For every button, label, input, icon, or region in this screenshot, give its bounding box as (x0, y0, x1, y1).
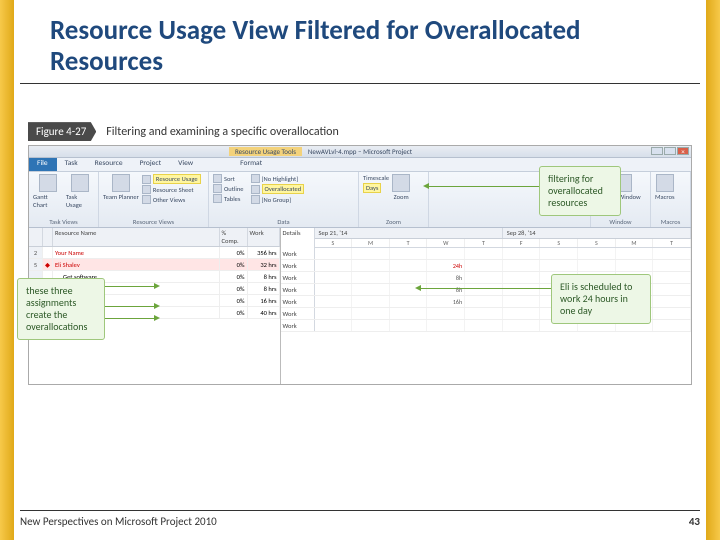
group-data: Data (213, 218, 354, 226)
resource-sheet-button[interactable]: Resource Sheet (142, 185, 201, 194)
window-title: NewAVLvl-4.mpp – Microsoft Project (308, 147, 412, 156)
maximize-icon[interactable] (664, 147, 676, 155)
timescale-label: Timescale (363, 174, 389, 182)
group-dropdown[interactable]: [No Group] (251, 195, 305, 204)
group-resource-views: Resource Views (103, 218, 204, 226)
group-zoom: Zoom (363, 218, 424, 226)
tab-resource[interactable]: Resource (87, 158, 132, 171)
zoom-button[interactable]: Zoom (392, 174, 410, 201)
footer-text: New Perspectives on Microsoft Project 20… (20, 515, 217, 528)
tab-view[interactable]: View (170, 158, 202, 171)
group-macros: Macros (655, 218, 686, 226)
tab-project[interactable]: Project (132, 158, 171, 171)
callout-filter: filtering for overallocated resources (539, 166, 621, 216)
slide-title: Resource Usage View Filtered for Overall… (20, 0, 700, 84)
group-task-views: Task Views (33, 218, 94, 226)
task-usage-button[interactable]: Task Usage (66, 174, 94, 209)
group-window: Window (595, 218, 646, 226)
outline-button[interactable]: Outline (213, 184, 244, 193)
figure-tag: Figure 4-27 (28, 122, 96, 141)
footer: New Perspectives on Microsoft Project 20… (20, 510, 700, 528)
tables-button[interactable]: Tables (213, 194, 244, 203)
macros-button[interactable]: Macros (655, 174, 675, 201)
week-header-2: Sep 28, '14 (503, 228, 691, 238)
sort-button[interactable]: Sort (213, 174, 244, 183)
col-work[interactable]: Work (248, 228, 280, 246)
tab-task[interactable]: Task (57, 158, 87, 171)
figure-area: Figure 4-27 Filtering and examining a sp… (28, 122, 692, 385)
tab-format[interactable]: Format (232, 158, 271, 171)
screenshot-window: Resource Usage Tools NewAVLvl-4.mpp – Mi… (28, 145, 692, 385)
minimize-icon[interactable] (651, 147, 663, 155)
team-planner-button[interactable]: Team Planner (103, 174, 139, 201)
tab-file[interactable]: File (29, 158, 57, 171)
col-details[interactable]: Details (281, 228, 315, 239)
callout-assignments: these three assignments create the overa… (17, 278, 105, 340)
week-header-1: Sep 21, '14 (315, 228, 503, 238)
close-icon[interactable]: × (677, 147, 689, 155)
table-row[interactable]: 2Your Name0%356 hrs (29, 247, 280, 259)
other-views-button[interactable]: Other Views (142, 195, 201, 204)
table-row[interactable]: 5◆Eli Shalev0%32 hrs (29, 259, 280, 271)
gantt-chart-button[interactable]: Gantt Chart (33, 174, 63, 209)
titlebar: Resource Usage Tools NewAVLvl-4.mpp – Mi… (29, 146, 691, 158)
col-pct-comp[interactable]: % Comp. (220, 228, 248, 246)
page-number: 43 (689, 515, 700, 528)
col-resource-name[interactable]: Resource Name (53, 228, 220, 246)
highlight-dropdown[interactable]: [No Highlight] (251, 174, 305, 183)
filter-dropdown[interactable]: Overallocated (251, 184, 305, 194)
callout-eli: Eli is scheduled to work 24 hours in one… (551, 274, 651, 324)
resource-usage-button[interactable]: Resource Usage (142, 174, 201, 184)
tool-context-tab: Resource Usage Tools (229, 147, 302, 156)
figure-caption: Filtering and examining a specific overa… (106, 125, 339, 139)
overalloc-cell: 24h (427, 260, 465, 271)
timescale-dropdown[interactable]: Days (363, 183, 389, 193)
